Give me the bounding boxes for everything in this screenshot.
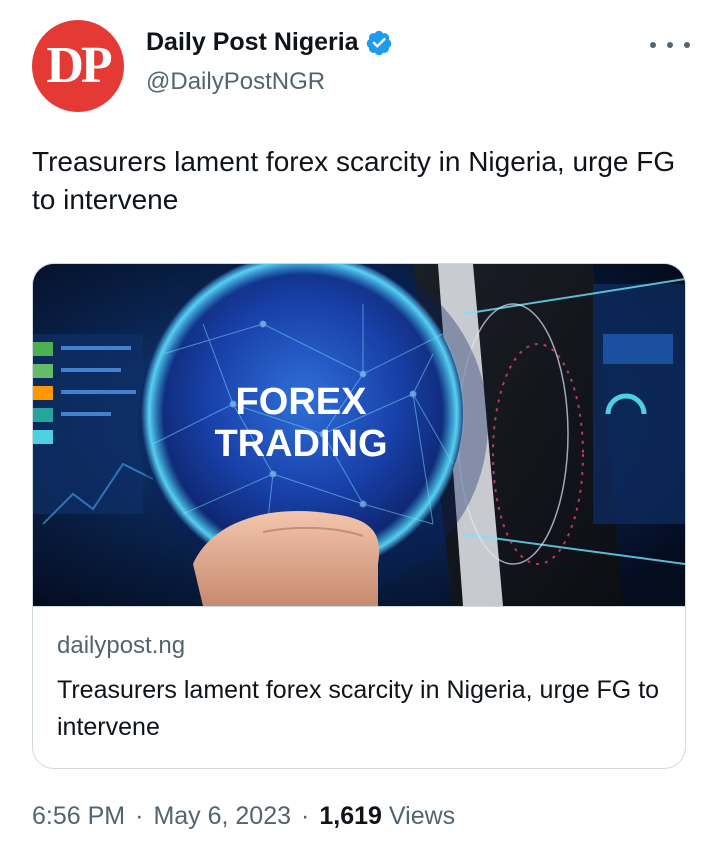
more-dot: [667, 42, 673, 48]
author-display-name[interactable]: Daily Post Nigeria: [146, 28, 359, 57]
link-card[interactable]: FOREX TRADING dailypost.ng Treasurers la…: [32, 263, 686, 769]
card-domain[interactable]: dailypost.ng: [57, 632, 185, 660]
forex-trading-illustration: FOREX TRADING: [33, 264, 685, 606]
image-text-line2: TRADING: [214, 423, 387, 465]
meta-separator: ·: [135, 802, 144, 830]
views-label: Views: [388, 802, 456, 830]
meta-separator: ·: [301, 802, 310, 830]
tweet-meta: 6:56 PM · May 6, 2023 · 1,619 Views: [32, 802, 455, 831]
tweet-date[interactable]: May 6, 2023: [153, 802, 291, 831]
author-name-row[interactable]: Daily Post Nigeria: [146, 28, 393, 57]
card-title[interactable]: Treasurers lament forex scarcity in Nige…: [57, 672, 667, 746]
image-text-line1: FOREX: [236, 381, 368, 423]
card-image[interactable]: FOREX TRADING: [33, 264, 685, 606]
avatar[interactable]: DP: [32, 20, 124, 112]
card-divider: [33, 606, 685, 607]
tweet-text: Treasurers lament forex scarcity in Nige…: [32, 146, 676, 215]
verified-badge-icon[interactable]: [365, 29, 393, 57]
more-options-icon[interactable]: [650, 30, 690, 60]
views-count: 1,619: [319, 802, 382, 830]
avatar-logo-text: DP: [46, 36, 112, 94]
tweet-time[interactable]: 6:56 PM: [32, 802, 125, 831]
tweet-header: DP Daily Post Nigeria @DailyPostNGR: [0, 0, 720, 120]
more-dot: [684, 42, 690, 48]
author-handle[interactable]: @DailyPostNGR: [146, 68, 325, 96]
more-dot: [650, 42, 656, 48]
